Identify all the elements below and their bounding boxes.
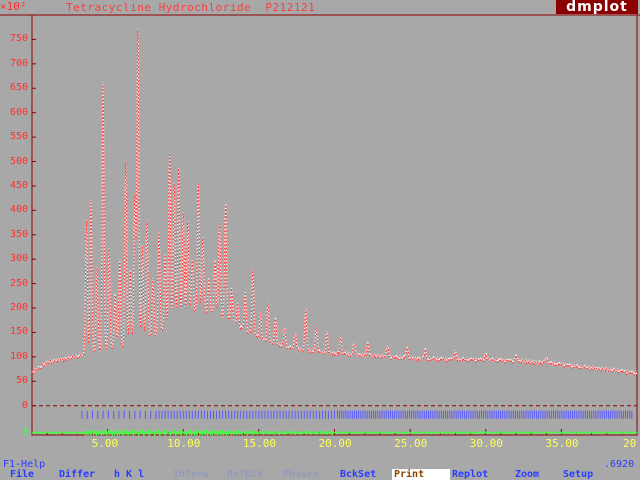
menu-item-h-k-l[interactable]: h K l [114, 469, 158, 480]
y-tick-label: 500 [9, 155, 28, 167]
menu-item-replot[interactable]: Replot [452, 469, 507, 480]
y-tick-label: 250 [9, 277, 28, 289]
menu-item-file[interactable]: File [10, 469, 44, 480]
x-tick-label: 35.00 [545, 437, 579, 450]
y-tick-label: 700 [9, 57, 28, 69]
menu-item-zoom[interactable]: Zoom [515, 469, 555, 480]
y-tick-label: 200 [9, 302, 28, 314]
menu-item-setup[interactable]: Setup [563, 469, 613, 480]
plot-title: Tetracycline Hydrochloride P212121 [66, 1, 316, 14]
y-tick-label: 450 [9, 179, 28, 191]
menu-item-differ[interactable]: Differ [59, 469, 104, 480]
y-tick-label: 100 [9, 350, 28, 362]
y-tick-label: 600 [9, 106, 28, 118]
dmplot-window: ×10² Tetracycline Hydrochloride P212121 … [0, 0, 640, 480]
menu-item-bckset[interactable]: BckSet [340, 469, 385, 480]
powder-pattern-plot[interactable] [0, 0, 640, 480]
x-tick-label: 20 [623, 437, 637, 450]
difference-axis-label: 0 [21, 426, 28, 438]
x-tick-label: 10.00 [167, 437, 201, 450]
x-tick-label: 30.00 [469, 437, 503, 450]
y-tick-label: 350 [9, 228, 28, 240]
menu-item-print[interactable]: Print [392, 469, 450, 480]
plot-frame [31, 14, 638, 436]
y-scale-label: ×10² [0, 0, 27, 13]
x-tick-label: 15.00 [242, 437, 276, 450]
menu-item-phases[interactable]: Phases [283, 469, 333, 480]
menu-item-refbck[interactable]: RefBck [227, 469, 277, 480]
menu-bar: File Differ h K l Intens RefBck Phases BckSet P… [0, 469, 640, 480]
x-tick-label: 20.00 [318, 437, 352, 450]
y-tick-label: 150 [9, 326, 28, 338]
y-tick-label: 400 [9, 204, 28, 216]
y-tick-label: 650 [9, 82, 28, 94]
y-tick-label: 50 [15, 375, 28, 387]
x-tick-label: 5.00 [91, 437, 119, 450]
y-tick-label: 300 [9, 253, 28, 265]
observed-profile [31, 28, 638, 376]
app-logo: dmplot [556, 0, 638, 14]
x-tick-label: 25.00 [394, 437, 428, 450]
calculated-profile [31, 29, 638, 377]
y-tick-label: 750 [9, 33, 28, 45]
y-tick-label: 550 [9, 131, 28, 143]
y-tick-label: 0 [21, 399, 28, 411]
menu-item-intens[interactable]: Intens [173, 469, 221, 480]
